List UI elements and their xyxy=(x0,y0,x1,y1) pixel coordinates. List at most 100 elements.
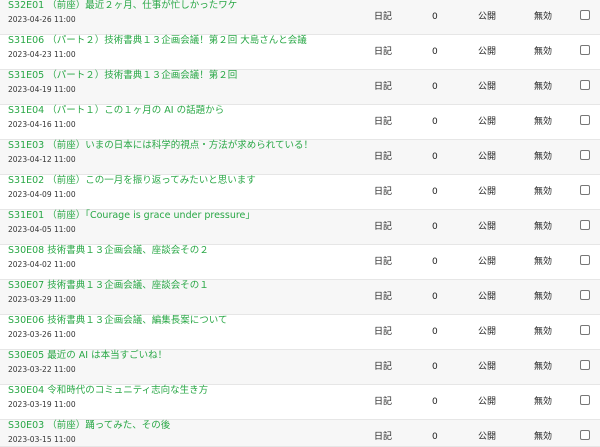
flag-cell: 無効 xyxy=(534,292,553,302)
table-row: S31E05 （パート２）技術書典１３企画会議！第２回 2023-04-19 1… xyxy=(0,70,600,105)
row-checkbox[interactable] xyxy=(580,80,590,90)
flag-cell: 無効 xyxy=(534,82,553,92)
flag-cell: 無効 xyxy=(534,327,553,337)
row-checkbox[interactable] xyxy=(580,185,590,195)
episode-title-link[interactable]: S31E04 （パート１）この１ヶ月の AI の話題から xyxy=(8,105,224,117)
category-cell: 日記 xyxy=(374,432,393,442)
episode-list: S32E01 （前座）最近２ヶ月、仕事が忙しかったワケ 2023-04-26 1… xyxy=(0,0,600,447)
table-row: S32E01 （前座）最近２ヶ月、仕事が忙しかったワケ 2023-04-26 1… xyxy=(0,0,600,35)
row-checkbox[interactable] xyxy=(580,150,590,160)
episode-date: 2023-04-02 11:00 xyxy=(8,260,76,269)
episode-title-link[interactable]: S32E01 （前座）最近２ヶ月、仕事が忙しかったワケ xyxy=(8,0,237,12)
category-cell: 日記 xyxy=(374,222,393,232)
count-cell: 0 xyxy=(432,257,438,267)
count-cell: 0 xyxy=(432,152,438,162)
row-checkbox[interactable] xyxy=(580,255,590,265)
count-cell: 0 xyxy=(432,47,438,57)
count-cell: 0 xyxy=(432,432,438,442)
status-cell: 公開 xyxy=(478,47,497,57)
episode-date: 2023-04-19 11:00 xyxy=(8,85,76,94)
status-cell: 公開 xyxy=(478,222,497,232)
status-cell: 公開 xyxy=(478,362,497,372)
status-cell: 公開 xyxy=(478,117,497,127)
episode-date: 2023-04-16 11:00 xyxy=(8,120,76,129)
category-cell: 日記 xyxy=(374,117,393,127)
table-row: S31E01 （前座）「Courage is grace under press… xyxy=(0,210,600,245)
row-checkbox[interactable] xyxy=(580,220,590,230)
episode-title-link[interactable]: S30E05 最近の AI は本当すごいね！ xyxy=(8,350,167,362)
count-cell: 0 xyxy=(432,362,438,372)
category-cell: 日記 xyxy=(374,47,393,57)
table-row: S30E07 技術書典１３企画会議、座談会その１ 2023-03-29 11:0… xyxy=(0,280,600,315)
flag-cell: 無効 xyxy=(534,47,553,57)
category-cell: 日記 xyxy=(374,397,393,407)
category-cell: 日記 xyxy=(374,292,393,302)
count-cell: 0 xyxy=(432,117,438,127)
episode-title-link[interactable]: S31E05 （パート２）技術書典１３企画会議！第２回 xyxy=(8,70,237,82)
episode-title-link[interactable]: S30E04 令和時代のコミュニティ志向な生き方 xyxy=(8,385,208,397)
count-cell: 0 xyxy=(432,327,438,337)
episode-date: 2023-04-09 11:00 xyxy=(8,190,76,199)
flag-cell: 無効 xyxy=(534,397,553,407)
count-cell: 0 xyxy=(432,222,438,232)
episode-date: 2023-03-15 11:00 xyxy=(8,435,76,444)
status-cell: 公開 xyxy=(478,12,497,22)
status-cell: 公開 xyxy=(478,82,497,92)
episode-title-link[interactable]: S30E08 技術書典１３企画会議、座談会その２ xyxy=(8,245,209,257)
episode-title-link[interactable]: S30E03 （前座）踊ってみた、その後 xyxy=(8,420,170,432)
episode-title-link[interactable]: S30E06 技術書典１３企画会議、編集長案について xyxy=(8,315,227,327)
episode-date: 2023-04-26 11:00 xyxy=(8,15,76,24)
table-row: S31E04 （パート１）この１ヶ月の AI の話題から 2023-04-16 … xyxy=(0,105,600,140)
count-cell: 0 xyxy=(432,82,438,92)
row-checkbox[interactable] xyxy=(580,10,590,20)
table-row: S31E06 （パート２）技術書典１３企画会議！第２回 大島さんと会議 2023… xyxy=(0,35,600,70)
count-cell: 0 xyxy=(432,397,438,407)
episode-date: 2023-04-05 11:00 xyxy=(8,225,76,234)
count-cell: 0 xyxy=(432,187,438,197)
table-row: S30E08 技術書典１３企画会議、座談会その２ 2023-04-02 11:0… xyxy=(0,245,600,280)
flag-cell: 無効 xyxy=(534,432,553,442)
table-row: S30E06 技術書典１３企画会議、編集長案について 2023-03-26 11… xyxy=(0,315,600,350)
row-checkbox[interactable] xyxy=(580,360,590,370)
status-cell: 公開 xyxy=(478,432,497,442)
row-checkbox[interactable] xyxy=(580,430,590,440)
episode-title-link[interactable]: S31E02 （前座）この一月を振り返ってみたいと思います xyxy=(8,175,256,187)
category-cell: 日記 xyxy=(374,327,393,337)
episode-date: 2023-04-12 11:00 xyxy=(8,155,76,164)
count-cell: 0 xyxy=(432,292,438,302)
episode-date: 2023-04-23 11:00 xyxy=(8,50,76,59)
status-cell: 公開 xyxy=(478,292,497,302)
category-cell: 日記 xyxy=(374,257,393,267)
table-row: S30E04 令和時代のコミュニティ志向な生き方 2023-03-19 11:0… xyxy=(0,385,600,420)
status-cell: 公開 xyxy=(478,187,497,197)
status-cell: 公開 xyxy=(478,327,497,337)
row-checkbox[interactable] xyxy=(580,395,590,405)
episode-title-link[interactable]: S31E03 （前座）いまの日本には科学的視点・方法が求められている！ xyxy=(8,140,313,152)
table-row: S30E03 （前座）踊ってみた、その後 2023-03-15 11:00 日記… xyxy=(0,420,600,447)
category-cell: 日記 xyxy=(374,187,393,197)
row-checkbox[interactable] xyxy=(580,325,590,335)
flag-cell: 無効 xyxy=(534,117,553,127)
row-checkbox[interactable] xyxy=(580,115,590,125)
status-cell: 公開 xyxy=(478,152,497,162)
episode-date: 2023-03-29 11:00 xyxy=(8,295,76,304)
count-cell: 0 xyxy=(432,12,438,22)
row-checkbox[interactable] xyxy=(580,45,590,55)
episode-date: 2023-03-22 11:00 xyxy=(8,365,76,374)
episode-title-link[interactable]: S31E01 （前座）「Courage is grace under press… xyxy=(8,210,255,222)
episode-title-link[interactable]: S31E06 （パート２）技術書典１３企画会議！第２回 大島さんと会議 xyxy=(8,35,307,47)
flag-cell: 無効 xyxy=(534,362,553,372)
table-row: S31E03 （前座）いまの日本には科学的視点・方法が求められている！ 2023… xyxy=(0,140,600,175)
category-cell: 日記 xyxy=(374,152,393,162)
episode-date: 2023-03-26 11:00 xyxy=(8,330,76,339)
flag-cell: 無効 xyxy=(534,187,553,197)
flag-cell: 無効 xyxy=(534,257,553,267)
table-row: S31E02 （前座）この一月を振り返ってみたいと思います 2023-04-09… xyxy=(0,175,600,210)
category-cell: 日記 xyxy=(374,82,393,92)
status-cell: 公開 xyxy=(478,257,497,267)
category-cell: 日記 xyxy=(374,362,393,372)
episode-title-link[interactable]: S30E07 技術書典１３企画会議、座談会その１ xyxy=(8,280,209,292)
flag-cell: 無効 xyxy=(534,12,553,22)
flag-cell: 無効 xyxy=(534,152,553,162)
row-checkbox[interactable] xyxy=(580,290,590,300)
